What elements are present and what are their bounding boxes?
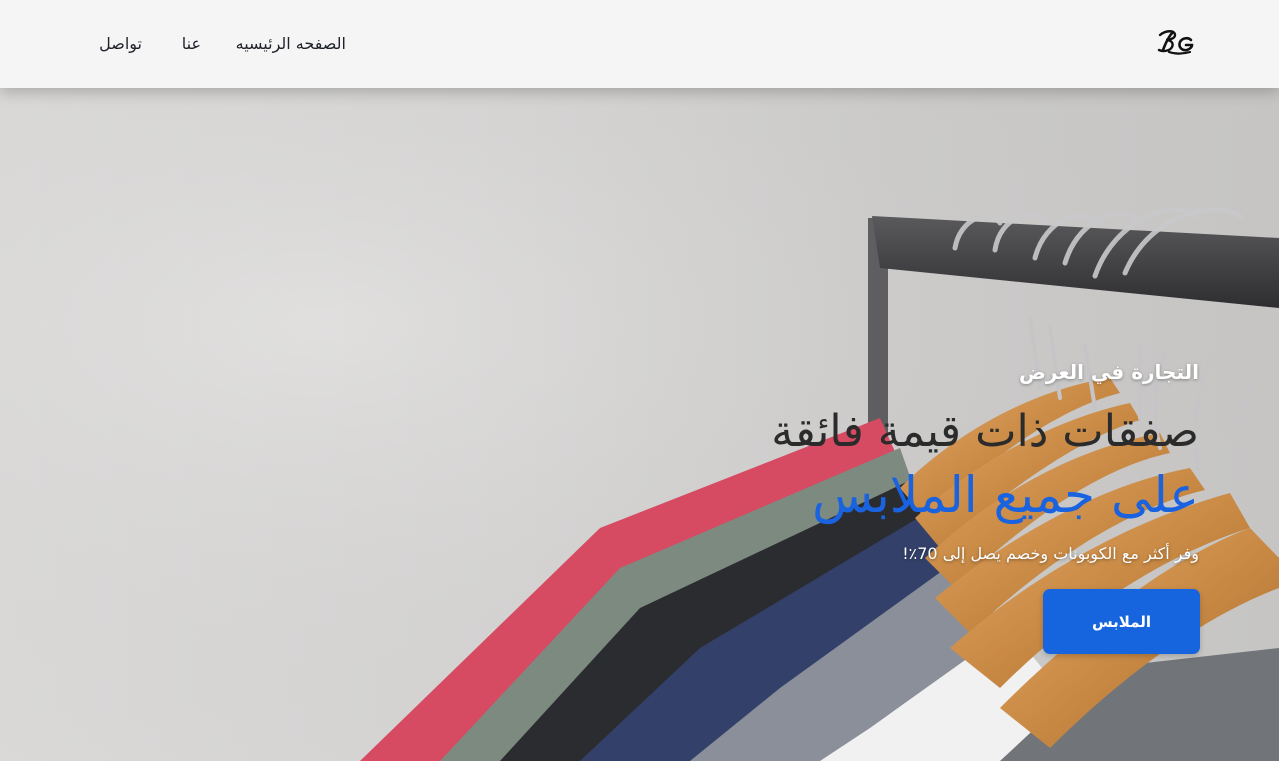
nav-link-home[interactable]: الصفحه الرئيسيه <box>236 34 346 53</box>
hero-eyebrow: التجارة في العرض <box>1018 360 1199 384</box>
top-navbar: الصفحه الرئيسيه عنا تواصل <box>0 0 1279 88</box>
hero-title-line1: صفقات ذات قيمة فائقة <box>771 406 1199 457</box>
hero-subtitle: وفر أكثر مع الكوبونات وخصم يصل إلى 70٪! <box>902 544 1199 563</box>
shop-clothes-button[interactable]: الملابس <box>1043 589 1200 654</box>
nav-link-contact[interactable]: تواصل <box>99 34 142 53</box>
hero-title-line2: على جميع الملابس <box>812 466 1199 524</box>
brand-logo[interactable] <box>1157 28 1195 58</box>
nav-link-about[interactable]: عنا <box>182 34 201 53</box>
hero-banner: التجارة في العرض صفقات ذات قيمة فائقة عل… <box>0 88 1279 761</box>
